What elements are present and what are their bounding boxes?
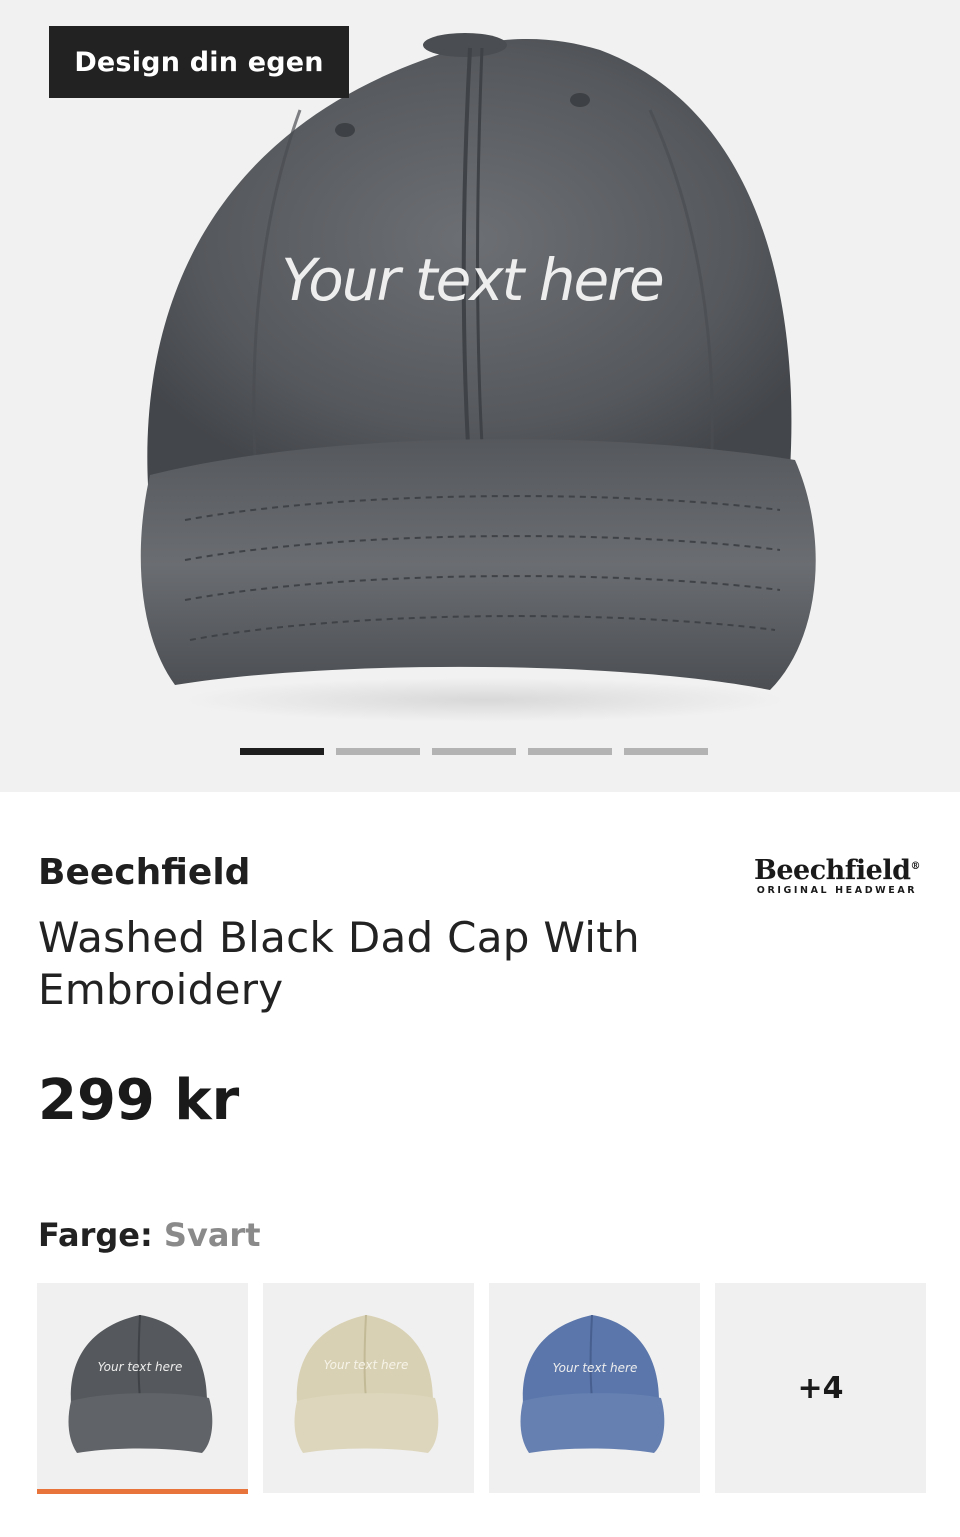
carousel-dot-2[interactable] xyxy=(336,748,420,755)
product-title: Washed Black Dad Cap With Embroidery xyxy=(38,913,640,1014)
carousel-dot-5[interactable] xyxy=(624,748,708,755)
color-label: Farge: Svart xyxy=(38,1216,260,1254)
product-price: 299 kr xyxy=(38,1068,240,1133)
carousel-indicators xyxy=(240,748,708,755)
product-image-gallery[interactable]: Your text here Design din egen xyxy=(0,0,960,792)
brand-logo[interactable]: Beechfield® ORIGINAL HEADWEAR xyxy=(750,852,924,896)
color-swatch-black[interactable]: Your text here xyxy=(37,1283,248,1493)
color-swatch-beige[interactable]: Your text here xyxy=(263,1283,474,1493)
brand-logo-main: Beechfield® xyxy=(750,852,924,886)
carousel-dot-1[interactable] xyxy=(240,748,324,755)
selected-swatch-indicator xyxy=(37,1489,248,1494)
thumb-text-black: Your text here xyxy=(98,1360,183,1374)
brand-logo-text: Beechfield xyxy=(754,855,911,886)
cap-thumbnail-black: Your text here xyxy=(68,1314,213,1453)
brand-logo-subtitle: ORIGINAL HEADWEAR xyxy=(756,885,918,896)
hero-cap-text: Your text here xyxy=(281,246,663,314)
design-your-own-badge: Design din egen xyxy=(49,26,349,98)
thumb-text-blue: Your text here xyxy=(553,1361,638,1375)
brand-name[interactable]: Beechfield xyxy=(38,852,250,893)
color-swatches: Your text here Your text here Your text … xyxy=(37,1283,926,1493)
carousel-dot-4[interactable] xyxy=(528,748,612,755)
cap-thumbnail-beige: Your text here xyxy=(294,1314,439,1453)
carousel-dot-3[interactable] xyxy=(432,748,516,755)
more-colors-count: +4 xyxy=(797,1370,844,1406)
registered-mark: ® xyxy=(910,861,920,872)
product-image: Your text here xyxy=(140,33,816,722)
more-colors-button[interactable]: +4 xyxy=(715,1283,926,1493)
color-value: Svart xyxy=(163,1216,261,1254)
color-swatch-blue[interactable]: Your text here xyxy=(489,1283,700,1493)
thumb-text-beige: Your text here xyxy=(324,1358,409,1372)
color-label-text: Farge: xyxy=(38,1216,153,1254)
cap-thumbnail-blue: Your text here xyxy=(520,1314,665,1453)
